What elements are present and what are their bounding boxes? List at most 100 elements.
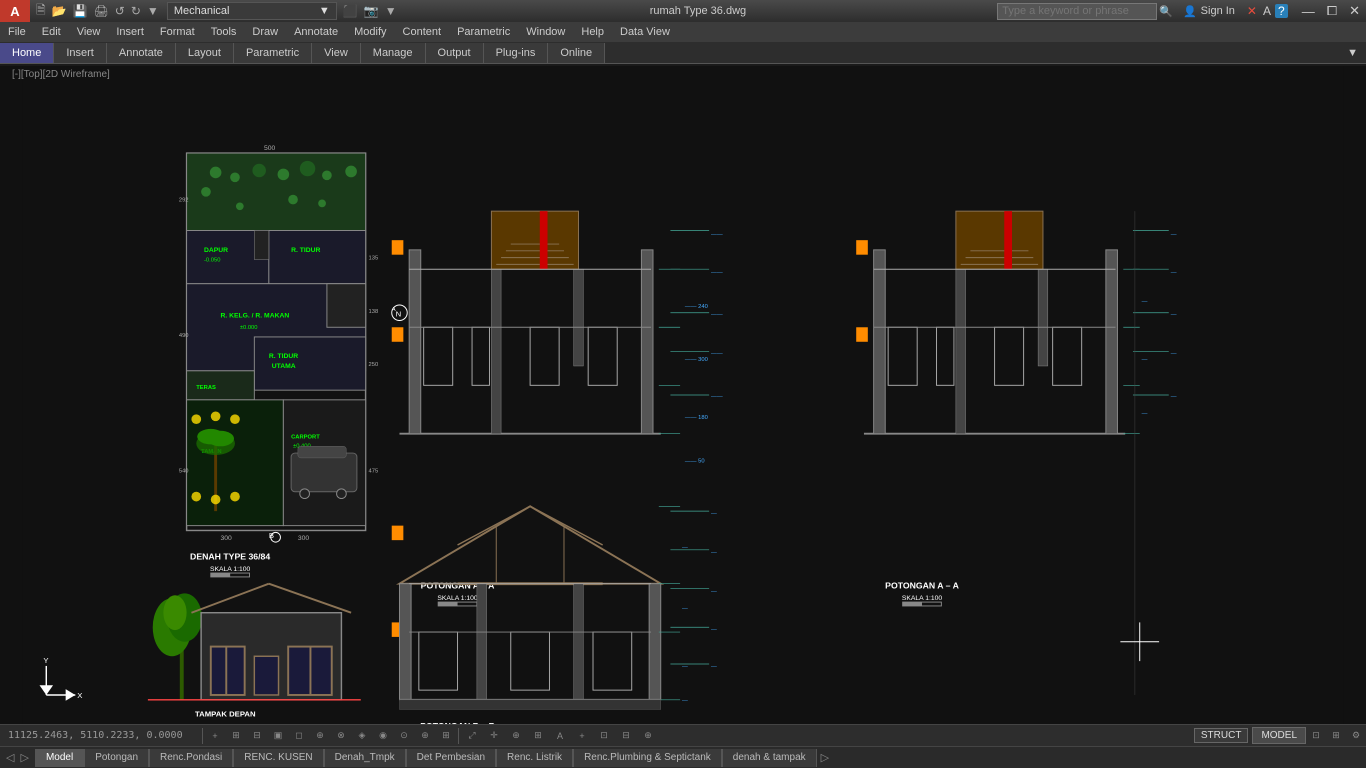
render-icon[interactable]: ⬛ <box>341 3 360 19</box>
sheet-tab-renc-pondasi[interactable]: Renc.Pondasi <box>149 749 233 767</box>
annotate2-button[interactable]: A <box>549 727 571 745</box>
tab-home[interactable]: Home <box>0 43 54 63</box>
save-icon[interactable]: 💾 <box>71 3 90 19</box>
ui-button[interactable]: ⊟ <box>615 727 637 745</box>
sheet-tab-denah-tampak[interactable]: denah & tampak <box>722 749 817 767</box>
tab-scroll-right[interactable]: ▷ <box>817 751 833 764</box>
menu-dataview[interactable]: Data View <box>612 22 678 42</box>
osnap-button[interactable]: ⊕ <box>310 727 330 745</box>
svg-text:CARPORT: CARPORT <box>291 435 320 441</box>
tab-manage[interactable]: Manage <box>361 43 426 63</box>
svg-text:—: — <box>1142 299 1148 305</box>
canvas-area[interactable]: DAPUR -0.050 R. TIDUR R. KELG. / R. MAKA… <box>0 66 1366 724</box>
svg-text:—: — <box>1171 350 1177 356</box>
search-area: 🔍 <box>993 3 1177 20</box>
menu-modify[interactable]: Modify <box>346 22 394 42</box>
props-button[interactable]: ⊕ <box>637 727 659 745</box>
tab-next[interactable]: ▷ <box>18 751 30 764</box>
menu-edit[interactable]: Edit <box>34 22 69 42</box>
settings-button[interactable]: ⚙ <box>1346 727 1366 745</box>
menu-format[interactable]: Format <box>152 22 203 42</box>
menu-window[interactable]: Window <box>518 22 573 42</box>
tab-prev[interactable]: ◁ <box>4 751 16 764</box>
ducs-button[interactable]: ◈ <box>352 727 372 745</box>
workspace-dropdown[interactable]: Mechanical ▼ <box>167 2 337 20</box>
grid-button[interactable]: ⊞ <box>226 727 246 745</box>
svg-text:±0.000: ±0.000 <box>240 325 258 331</box>
sheet-tab-renc-kusen[interactable]: RENC. KUSEN <box>233 749 323 767</box>
plus-button[interactable]: + <box>571 727 593 745</box>
model-button[interactable]: MODEL <box>1252 727 1306 744</box>
dropdown2-icon[interactable]: ▼ <box>383 3 399 19</box>
lw-button[interactable]: ⊙ <box>394 727 414 745</box>
tab-online[interactable]: Online <box>548 43 605 63</box>
help-icon[interactable]: ? <box>1275 4 1288 18</box>
dyn-button[interactable]: ◉ <box>373 727 393 745</box>
menu-insert[interactable]: Insert <box>108 22 152 42</box>
menu-help[interactable]: Help <box>573 22 612 42</box>
svg-text:R. TIDUR: R. TIDUR <box>291 247 320 254</box>
dropdown-icon[interactable]: ▼ <box>145 3 161 19</box>
svg-text:—: — <box>682 698 688 704</box>
polar-button[interactable]: ◻ <box>289 727 309 745</box>
sheet-tab-model[interactable]: Model <box>35 749 84 767</box>
tab-plugins[interactable]: Plug-ins <box>484 43 549 63</box>
sheet-tab-plumbing[interactable]: Renc.Plumbing & Septictank <box>573 749 722 767</box>
vp2-button[interactable]: ⊞ <box>1326 727 1346 745</box>
ortho-button[interactable]: ▣ <box>268 727 288 745</box>
menu-tools[interactable]: Tools <box>203 22 245 42</box>
vp1-button[interactable]: ⊡ <box>1306 727 1326 745</box>
tab-view[interactable]: View <box>312 43 361 63</box>
snap2-button[interactable]: ⊟ <box>247 727 267 745</box>
search-icon[interactable]: 🔍 <box>1159 5 1173 18</box>
new-icon[interactable]: 🗎 <box>34 0 48 23</box>
tab-output[interactable]: Output <box>426 43 484 63</box>
menu-view[interactable]: View <box>69 22 109 42</box>
svg-text:—: — <box>711 550 717 556</box>
menu-draw[interactable]: Draw <box>244 22 286 42</box>
tab-parametric[interactable]: Parametric <box>234 43 312 63</box>
open-icon[interactable]: 📂 <box>50 3 69 19</box>
svg-text:—: — <box>1142 357 1148 363</box>
plot-icon[interactable]: 🖨 <box>92 3 111 19</box>
snap-button[interactable]: + <box>205 727 225 745</box>
sheet-tab-denah-tmpk[interactable]: Denah_Tmpk <box>324 749 406 767</box>
sheet-tab-det-pembesian[interactable]: Det Pembesian <box>406 749 496 767</box>
move-button[interactable]: ⤢ <box>461 727 483 745</box>
x-icon[interactable]: ✕ <box>1245 3 1259 19</box>
menu-file[interactable]: File <box>0 22 34 42</box>
sign-in-button[interactable]: 👤 Sign In <box>1177 5 1241 18</box>
tab-annotate[interactable]: Annotate <box>107 43 176 63</box>
svg-text:UTAMA: UTAMA <box>272 363 296 370</box>
svg-text:—: — <box>711 664 717 670</box>
tab-layout[interactable]: Layout <box>176 43 234 63</box>
svg-text:—— 240: —— 240 <box>685 304 708 310</box>
layers-button[interactable]: ⊡ <box>593 727 615 745</box>
search-input[interactable] <box>997 3 1157 20</box>
menu-bar: File Edit View Insert Format Tools Draw … <box>0 22 1366 42</box>
maximize-button[interactable]: ⧠ <box>1321 0 1343 22</box>
crosshair-button[interactable]: ✛ <box>483 727 505 745</box>
scale-button[interactable]: ⊞ <box>527 727 549 745</box>
sheet-tab-renc-listrik[interactable]: Renc. Listrik <box>496 749 573 767</box>
qp-button[interactable]: ⊞ <box>436 727 456 745</box>
sheet-tab-potongan[interactable]: Potongan <box>84 749 149 767</box>
undo-icon[interactable]: ↺ <box>113 3 127 19</box>
minimize-button[interactable]: — <box>1296 0 1321 22</box>
redo-icon[interactable]: ↻ <box>129 3 143 19</box>
person-icon: 👤 <box>1183 5 1197 18</box>
autodesk-icon[interactable]: A <box>1261 3 1273 19</box>
camera-icon[interactable]: 📷 <box>362 3 381 19</box>
struct-label[interactable]: STRUCT <box>1194 728 1249 743</box>
menu-parametric[interactable]: Parametric <box>449 22 518 42</box>
menu-annotate[interactable]: Annotate <box>286 22 346 42</box>
tab-insert[interactable]: Insert <box>54 43 107 63</box>
measure-button[interactable]: ⊕ <box>505 727 527 745</box>
otrack-button[interactable]: ⊗ <box>331 727 351 745</box>
app-icon[interactable]: A <box>0 0 30 22</box>
menu-content[interactable]: Content <box>395 22 450 42</box>
ribbon-extra[interactable]: ▼ <box>1339 43 1366 63</box>
tpmode-button[interactable]: ⊕ <box>415 727 435 745</box>
close-button[interactable]: ✕ <box>1343 0 1366 22</box>
svg-text:——: —— <box>711 350 723 356</box>
